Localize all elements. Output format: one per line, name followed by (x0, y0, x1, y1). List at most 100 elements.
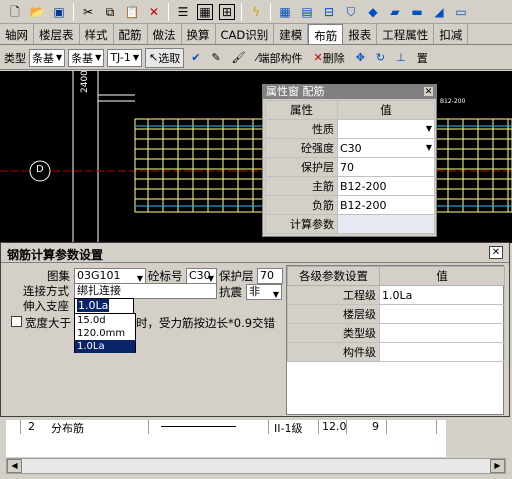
select-button[interactable]: ↖ 选取 (145, 47, 185, 68)
type-select-3-value: TJ-1 (110, 51, 131, 64)
grade-label: 砼标号 (148, 269, 183, 283)
chevron-down-icon[interactable]: ▼ (426, 143, 432, 152)
grid-icon[interactable]: ▦ (277, 4, 293, 20)
param-value[interactable] (379, 304, 505, 324)
list-item[interactable]: 1.0La (75, 340, 135, 353)
view1-icon[interactable]: ▤ (299, 4, 315, 20)
list-item[interactable]: 120.0mm (75, 327, 135, 340)
grade-select[interactable]: C30 ▼ (186, 268, 217, 284)
view3-icon[interactable]: ⛉ (343, 4, 359, 20)
tab-report[interactable]: 报表 (343, 24, 378, 44)
cut-icon[interactable]: ✂ (80, 4, 96, 20)
scroll-left-icon[interactable]: ◀ (7, 459, 22, 473)
tab-project-props[interactable]: 工程属性 (377, 24, 435, 44)
tab-rebar-config[interactable]: 配筋 (114, 24, 148, 44)
view7-icon[interactable]: ◢ (431, 4, 447, 20)
cover-input[interactable]: 70 (257, 268, 283, 284)
col-divider (318, 420, 319, 434)
atlas-select[interactable]: 03G101 ▼ (74, 268, 146, 284)
atlas-label: 图集 (47, 269, 70, 283)
table-row[interactable]: 负筋 B12-200 (265, 195, 435, 215)
open-icon[interactable]: 📂 (29, 4, 45, 20)
table-row[interactable]: 主筋 B12-200 (265, 176, 435, 196)
type-select-3[interactable]: TJ-1 ▼ (107, 48, 143, 67)
toolbar-separator (168, 2, 169, 21)
lightning-icon[interactable]: ϟ (248, 4, 264, 20)
tab-method[interactable]: 做法 (148, 24, 182, 44)
property-icon[interactable]: ⊞ (219, 3, 235, 20)
table-icon[interactable]: ▦ (197, 3, 213, 20)
view4-icon[interactable]: ◆ (365, 4, 381, 20)
brush-button[interactable]: 🖌 (228, 48, 250, 68)
table-row[interactable]: 砼强度 C30 ▼ (265, 138, 435, 158)
mirror-button[interactable]: ⊥ (392, 48, 410, 68)
row-count: 9 (372, 420, 379, 433)
last-button[interactable]: 置 (413, 48, 432, 68)
new-icon[interactable]: 🗋 (7, 4, 23, 20)
check-button[interactable]: ✔ (187, 48, 204, 68)
seismic-select[interactable]: 非 ▼ (246, 284, 282, 300)
prop-value[interactable]: B12-200 (337, 195, 435, 215)
save-icon[interactable]: ▣ (51, 4, 67, 20)
dialog-titlebar[interactable]: 钢筋计算参数设置 ✕ (1, 243, 509, 263)
table-row[interactable]: 计算参数 (265, 214, 435, 234)
chevron-down-icon[interactable]: ▼ (426, 124, 432, 133)
tab-style[interactable]: 样式 (80, 24, 114, 44)
table-row[interactable]: 楼层级 (287, 304, 505, 324)
param-value[interactable] (379, 342, 505, 362)
end-component-button[interactable]: ⁄ 端部构件 (253, 48, 307, 68)
table-row[interactable]: 工程级 1.0La (287, 285, 505, 305)
table-row[interactable]: 保护层 70 (265, 157, 435, 177)
tab-floor-table[interactable]: 楼层表 (34, 24, 80, 44)
horizontal-scrollbar[interactable]: ◀ ▶ (6, 458, 506, 474)
type-select-2-value: 条基 (71, 51, 94, 65)
param-value[interactable] (379, 323, 505, 343)
brush-icon: 🖌 (231, 51, 246, 64)
connect-label: 连接方式 (23, 284, 69, 298)
delete-button[interactable]: ✕ 删除 (309, 48, 348, 68)
move-button[interactable]: ✥ (352, 48, 369, 68)
tab-convert[interactable]: 换算 (182, 24, 216, 44)
param-value[interactable]: 1.0La (379, 285, 505, 305)
close-icon[interactable]: ✕ (489, 246, 503, 259)
tab-cad-recognize[interactable]: CAD识别 (216, 24, 275, 44)
list-icon[interactable]: ☰ (175, 4, 191, 20)
type-select-1[interactable]: 条基 ▼ (29, 48, 66, 67)
paste-icon[interactable]: 📋 (124, 4, 140, 20)
view2-icon[interactable]: ⊟ (321, 4, 337, 20)
close-icon[interactable]: ✕ (423, 86, 434, 97)
prop-value[interactable]: ▼ (337, 119, 435, 139)
rotate-button[interactable]: ↻ (372, 48, 389, 68)
copy-icon[interactable]: ⧉ (102, 4, 118, 20)
prop-value[interactable]: B12-200 (337, 176, 435, 196)
property-window-titlebar[interactable]: 属性窗 配筋 ✕ (263, 85, 436, 99)
view8-icon[interactable]: ▭ (453, 4, 469, 20)
prop-value[interactable]: C30 ▼ (337, 138, 435, 158)
scroll-right-icon[interactable]: ▶ (490, 459, 505, 473)
type-select-2[interactable]: 条基 ▼ (68, 48, 105, 67)
prop-key: 保护层 (265, 157, 338, 177)
table-row[interactable]: 类型级 (287, 323, 505, 343)
list-item[interactable]: 15.0d (75, 314, 135, 327)
prop-value[interactable] (337, 214, 435, 234)
anchor-select[interactable]: 1.0La (74, 298, 134, 314)
tab-axis[interactable]: 轴网 (0, 24, 34, 44)
pencil-button[interactable]: ✎ (207, 48, 224, 68)
toolbar-separator (73, 2, 74, 21)
tab-modeling[interactable]: 建模 (274, 24, 309, 44)
view6-icon[interactable]: ▬ (409, 4, 425, 20)
param-key: 构件级 (287, 342, 380, 362)
view5-icon[interactable]: ▰ (387, 4, 403, 20)
table-row[interactable]: 性质 ▼ (265, 119, 435, 139)
prop-key: 主筋 (265, 176, 338, 196)
tab-deduct[interactable]: 扣减 (434, 24, 469, 44)
connect-select[interactable]: 绑扎连接 (74, 283, 217, 299)
prop-value[interactable]: 70 (337, 157, 435, 177)
table-row[interactable]: 2 分布筋 II-1级 12.0 9 (6, 420, 446, 435)
delete-icon[interactable]: ✕ (146, 4, 162, 20)
anchor-dropdown-list[interactable]: 15.0d 120.0mm 1.0La (74, 313, 136, 353)
width-checkbox[interactable] (11, 316, 22, 327)
end-component-label: 端部构件 (258, 51, 303, 65)
table-row[interactable]: 构件级 (287, 342, 505, 362)
tab-rebar-layout[interactable]: 布筋 (308, 24, 344, 44)
